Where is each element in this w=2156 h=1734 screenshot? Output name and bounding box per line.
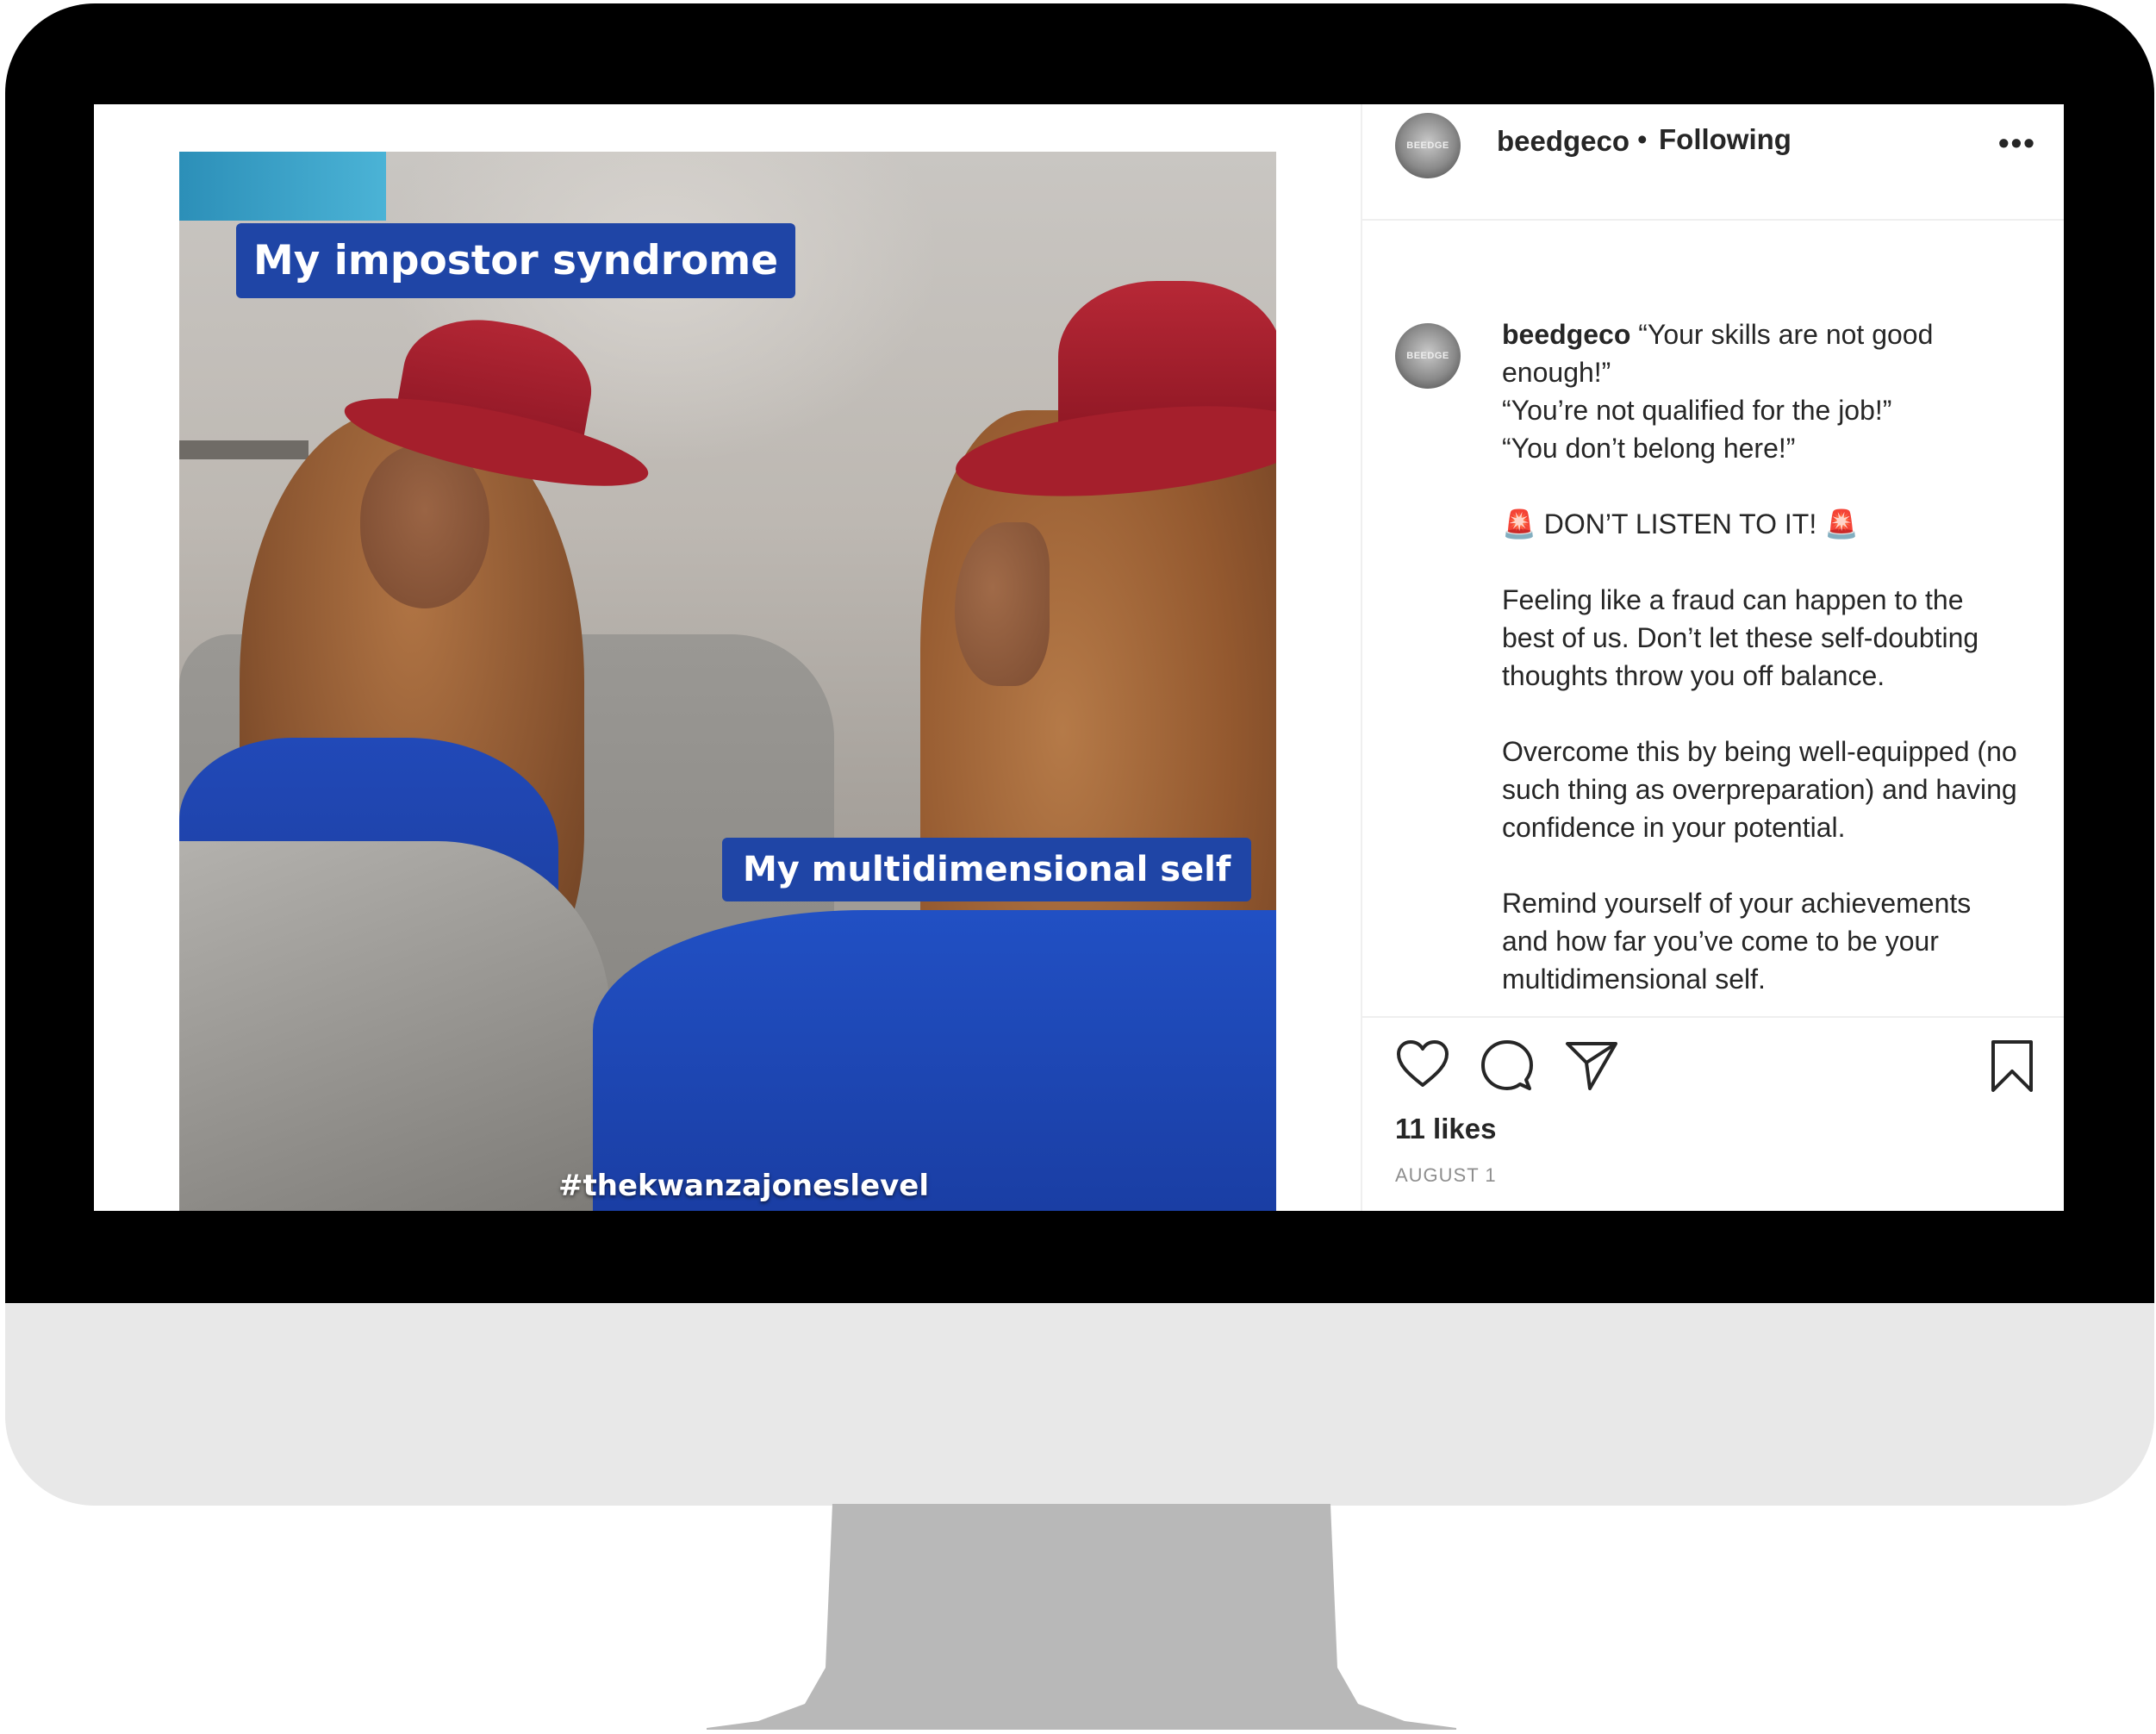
separator-dot: • (1637, 123, 1648, 155)
sofa-arm (179, 841, 610, 1211)
following-button[interactable]: Following (1659, 123, 1791, 156)
image-caption-top: My impostor syndrome (236, 223, 796, 298)
post-sidebar: BEEDGE beedgeco • Following ••• BEEDGE b… (1361, 104, 2064, 1211)
monitor-stand (707, 1504, 1456, 1730)
heart-icon[interactable] (1395, 1039, 1450, 1090)
action-bar: 11 likes AUGUST 1 (1362, 1016, 2064, 1211)
avatar-logo-text: BEEDGE (1406, 351, 1449, 361)
post-caption: beedgeco “Your skills are not good enoug… (1502, 315, 2019, 998)
woman-dress (593, 910, 1276, 1211)
more-options-icon[interactable]: ••• (1998, 125, 2036, 161)
bookmark-icon[interactable] (1988, 1039, 2036, 1094)
caption-username[interactable]: beedgeco (1502, 319, 1630, 350)
post-image[interactable]: My impostor syndrome My multidimensional… (179, 152, 1276, 1211)
reflection-face (360, 445, 489, 608)
username-link[interactable]: beedgeco (1497, 125, 1629, 158)
image-hashtag: #thekwanzajoneslevel (558, 1169, 930, 1203)
post-date[interactable]: AUGUST 1 (1395, 1164, 1497, 1187)
caption-avatar[interactable]: BEEDGE (1395, 323, 1461, 389)
comment-icon[interactable] (1480, 1039, 1535, 1094)
post-header: BEEDGE beedgeco • Following ••• (1362, 104, 2064, 221)
screen: My impostor syndrome My multidimensional… (94, 104, 2064, 1211)
comments-area[interactable]: BEEDGE beedgeco “Your skills are not goo… (1362, 222, 2064, 1014)
avatar[interactable]: BEEDGE (1395, 113, 1461, 178)
background-shelf (179, 440, 308, 459)
image-caption-bottom: My multidimensional self (722, 838, 1252, 901)
avatar-logo-text: BEEDGE (1406, 140, 1449, 151)
caption-text: “Your skills are not good enough!” “You’… (1502, 319, 2017, 995)
share-icon[interactable] (1564, 1039, 1619, 1092)
monitor-chin (5, 1303, 2154, 1506)
background-artwork (179, 152, 386, 221)
likes-count[interactable]: 11 likes (1395, 1113, 1496, 1145)
